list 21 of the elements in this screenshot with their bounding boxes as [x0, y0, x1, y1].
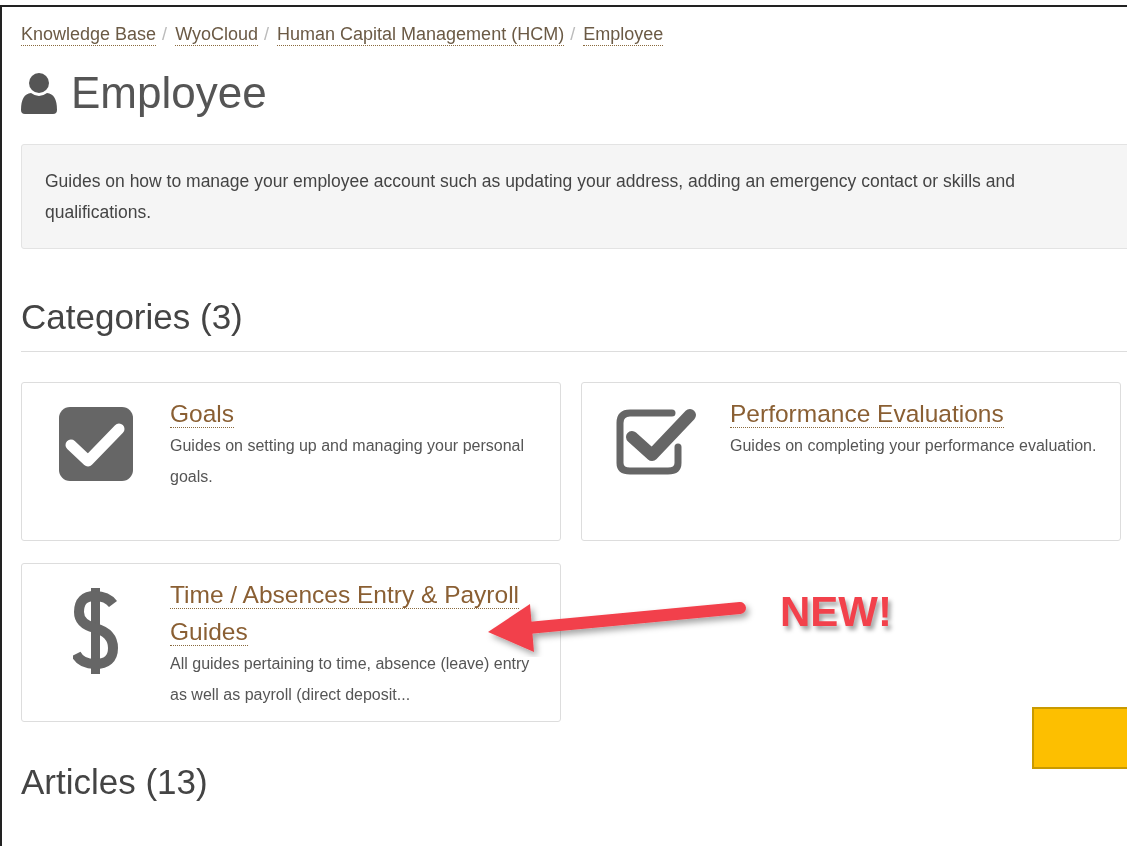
description-panel: Guides on how to manage your employee account such as updating your address, adding an emergency contact or skills and qualifications.: [21, 144, 1127, 249]
category-link[interactable]: Performance Evaluations: [730, 395, 1004, 432]
page-title: Employee: [71, 68, 267, 118]
dollar-icon: [73, 588, 119, 674]
user-icon: [21, 72, 57, 114]
breadcrumb-separator: /: [570, 24, 576, 45]
category-link[interactable]: Goals: [170, 395, 234, 432]
breadcrumb-separator: /: [264, 24, 269, 45]
checkbox-checked-icon: [616, 407, 696, 475]
breadcrumb-link[interactable]: Human Capital Management (HCM): [277, 24, 565, 46]
breadcrumb-link[interactable]: Knowledge Base: [21, 24, 157, 46]
breadcrumb-link[interactable]: Employee: [583, 24, 664, 46]
breadcrumb-link[interactable]: WyoCloud: [175, 24, 258, 46]
section-heading: Categories (3): [21, 297, 244, 337]
section-heading: Articles (13): [21, 762, 209, 802]
annotation-label: NEW!: [780, 588, 892, 636]
category-description: Guides on completing your performance evaluation.: [730, 436, 1098, 456]
category-description: All guides pertaining to time, absence (leave) entry as well as payroll (direct deposit...: [170, 654, 531, 705]
category-description: Guides on setting up and managing your personal goals.: [170, 436, 525, 487]
checkbox-checked-icon: [59, 407, 133, 481]
breadcrumb-separator: /: [162, 24, 168, 45]
